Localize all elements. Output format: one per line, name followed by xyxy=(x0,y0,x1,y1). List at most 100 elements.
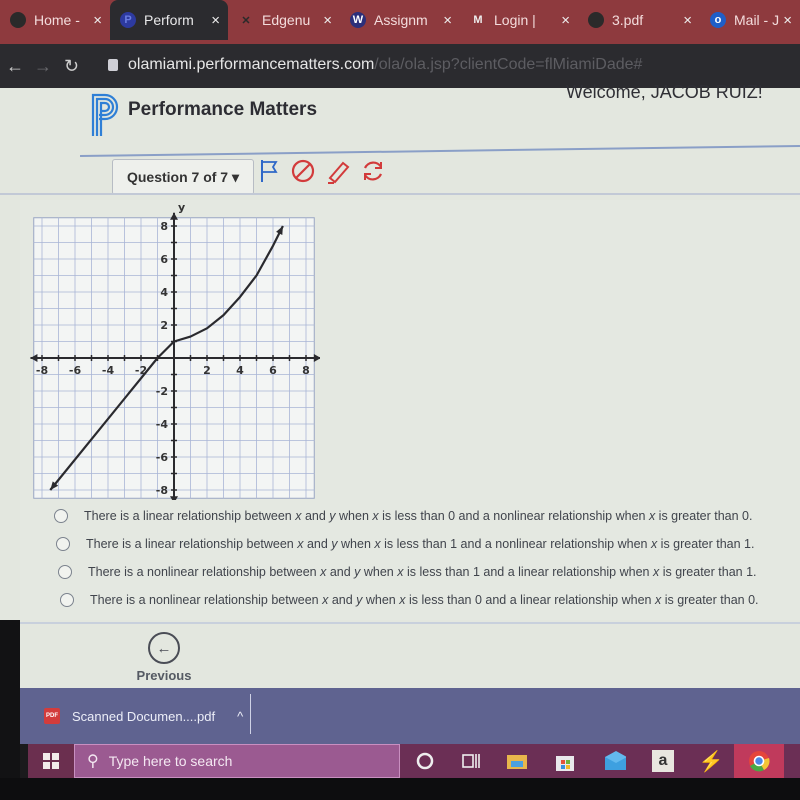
windows-icon xyxy=(43,753,59,769)
y-tick-label: -2 xyxy=(156,385,168,398)
previous-label: Previous xyxy=(136,668,192,683)
search-icon: ⚲ xyxy=(87,753,99,770)
tab-6[interactable]: 3.pdf × xyxy=(578,0,700,40)
flag-icon[interactable] xyxy=(258,158,282,184)
y-axis-arrow xyxy=(170,212,178,220)
question-selector[interactable]: Question 7 of 7 ▾ xyxy=(112,159,254,195)
tab-label: 3.pdf xyxy=(612,12,644,28)
tab-label: Home - xyxy=(34,12,80,28)
globe-icon xyxy=(588,12,604,28)
cortana-icon[interactable] xyxy=(414,750,436,772)
bezel xyxy=(0,620,20,800)
x-axis-arrow xyxy=(313,354,320,362)
question-tools xyxy=(258,158,386,184)
tab-2[interactable]: P Perform × xyxy=(110,0,228,40)
arrow-left-icon: ← xyxy=(148,632,180,664)
tab-1[interactable]: Home - × xyxy=(0,0,110,40)
chevron-up-icon[interactable]: ^ xyxy=(237,709,243,724)
tab-label: Perform xyxy=(144,12,194,28)
outlook-icon: o xyxy=(710,12,726,28)
tab-3[interactable]: ✕ Edgenu × xyxy=(228,0,340,40)
url-host: olamiami.performancematters.com xyxy=(128,56,375,73)
close-icon[interactable]: × xyxy=(323,12,332,29)
download-bar: PDF Scanned Documen....pdf ^ xyxy=(0,688,800,744)
reload-icon[interactable]: ↻ xyxy=(64,56,79,77)
globe-icon xyxy=(10,12,26,28)
function-graph: -8-6-4-224688642-2-4-6-8xy xyxy=(30,201,320,500)
close-icon[interactable]: × xyxy=(443,12,452,29)
y-axis-arrow xyxy=(170,496,178,500)
pdf-icon: PDF xyxy=(44,708,60,724)
url-path: /ola/ola.jsp?clientCode=flMiamiDade# xyxy=(374,56,643,73)
screen-bezel xyxy=(0,778,800,800)
download-separator xyxy=(250,694,251,734)
y-tick-label: -4 xyxy=(156,418,169,431)
tab-label: Mail - J xyxy=(734,12,780,28)
x-tick-label: -2 xyxy=(135,364,147,377)
x-tick-label: 4 xyxy=(236,364,244,377)
x-tick-label: -8 xyxy=(36,364,48,377)
reset-icon[interactable] xyxy=(360,158,386,184)
close-icon[interactable]: × xyxy=(561,12,570,29)
tab-label: Assignm xyxy=(374,12,428,28)
option-text: There is a nonlinear relationship betwee… xyxy=(88,565,757,579)
y-tick-label: 6 xyxy=(160,253,168,266)
file-explorer-icon[interactable] xyxy=(506,750,528,772)
w-icon: W xyxy=(350,12,366,28)
tab-label: Edgenu xyxy=(262,12,311,28)
download-item[interactable]: PDF Scanned Documen....pdf ^ xyxy=(44,708,243,724)
answer-option-1[interactable]: There is a linear relationship between x… xyxy=(54,502,759,530)
tab-label: Login | xyxy=(494,12,536,28)
highlighter-icon[interactable] xyxy=(324,158,352,184)
url-field[interactable]: olamiami.performancematters.com/ola/ola.… xyxy=(128,56,642,74)
download-filename: Scanned Documen....pdf xyxy=(72,708,216,724)
y-tick-label: -8 xyxy=(156,484,168,497)
task-view-icon[interactable] xyxy=(460,750,482,772)
x-tick-label: 2 xyxy=(203,364,211,377)
welcome-message: Welcome, JACOB RUIZ! xyxy=(566,82,763,102)
mail-icon[interactable] xyxy=(604,750,626,772)
m-icon: M xyxy=(473,14,483,26)
store-icon[interactable] xyxy=(554,750,576,772)
start-button[interactable] xyxy=(28,744,74,778)
answer-options: There is a linear relationship between x… xyxy=(54,502,759,614)
eliminate-icon[interactable] xyxy=(290,158,316,184)
app-icon[interactable]: ⚡ xyxy=(699,750,724,773)
x-tick-label: -6 xyxy=(69,364,82,377)
y-axis-label: y xyxy=(178,201,185,214)
tab-4[interactable]: W Assignm × xyxy=(340,0,460,40)
chrome-icon[interactable] xyxy=(734,744,784,778)
y-tick-label: 2 xyxy=(160,319,168,332)
answer-option-3[interactable]: There is a nonlinear relationship betwee… xyxy=(58,558,759,586)
close-icon[interactable]: × xyxy=(93,12,102,29)
toolbar-divider xyxy=(0,193,800,195)
x-tick-label: 6 xyxy=(269,364,277,377)
amazon-icon[interactable]: a xyxy=(652,750,674,772)
close-icon[interactable]: × xyxy=(783,12,792,29)
close-icon[interactable]: × xyxy=(211,12,220,29)
radio-button[interactable] xyxy=(60,593,74,607)
search-placeholder: Type here to search xyxy=(108,753,233,769)
previous-button[interactable]: ← Previous xyxy=(132,632,196,683)
y-tick-label: -6 xyxy=(156,451,169,464)
radio-button[interactable] xyxy=(56,537,70,551)
performance-matters-logo xyxy=(91,93,119,136)
back-icon[interactable]: ← xyxy=(6,56,24,77)
content-divider xyxy=(20,622,800,624)
x-tick-label: -4 xyxy=(102,364,115,377)
performance-matters-icon: P xyxy=(120,12,136,28)
radio-button[interactable] xyxy=(58,565,72,579)
radio-button[interactable] xyxy=(54,509,68,523)
taskbar-search[interactable]: ⚲ Type here to search xyxy=(74,744,400,778)
forward-icon[interactable]: → xyxy=(34,56,52,77)
tab-5[interactable]: M Login | × xyxy=(460,0,578,40)
brand-name: Performance Matters xyxy=(128,99,318,120)
close-icon[interactable]: × xyxy=(683,12,692,29)
option-text: There is a nonlinear relationship betwee… xyxy=(90,593,759,607)
edgenuity-icon: ✕ xyxy=(241,14,251,27)
answer-option-2[interactable]: There is a linear relationship between x… xyxy=(56,530,759,558)
option-text: There is a linear relationship between x… xyxy=(86,537,755,551)
tab-7[interactable]: o Mail - J × xyxy=(700,0,800,40)
answer-option-4[interactable]: There is a nonlinear relationship betwee… xyxy=(60,586,759,614)
x-tick-label: 8 xyxy=(302,364,310,377)
